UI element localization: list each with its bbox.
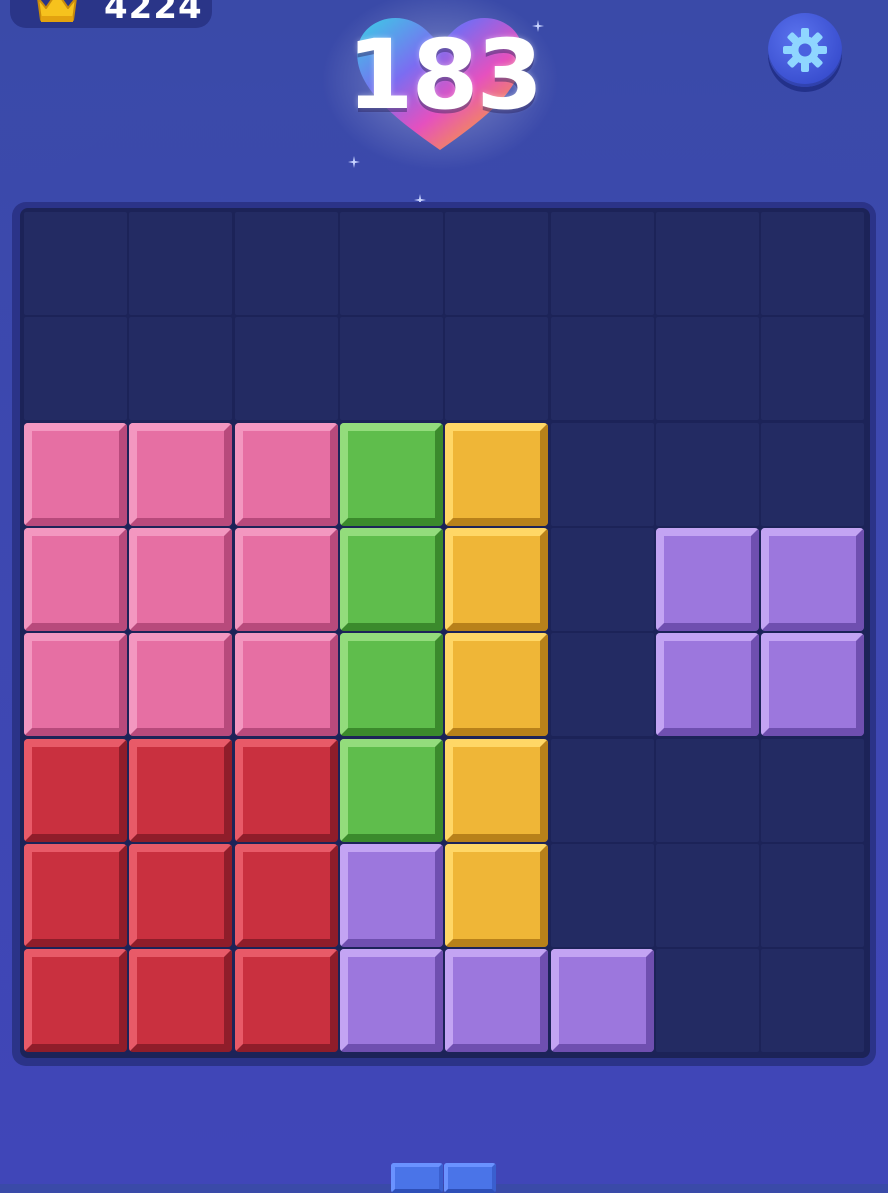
empty-cell xyxy=(761,317,865,421)
yellow-block xyxy=(445,843,549,947)
empty-cell xyxy=(761,949,865,1053)
empty-cell xyxy=(655,949,759,1053)
settings-button[interactable] xyxy=(768,13,842,87)
red-block xyxy=(24,738,127,842)
empty-cell xyxy=(655,843,759,947)
empty-cell xyxy=(129,212,233,315)
purple-block xyxy=(761,633,865,737)
empty-cell xyxy=(655,738,759,842)
empty-cell xyxy=(445,212,549,315)
yellow-block xyxy=(445,738,549,842)
pink-block xyxy=(234,422,338,526)
pink-block xyxy=(24,633,127,737)
sparkle-icon xyxy=(532,20,544,32)
yellow-block xyxy=(445,633,549,737)
gear-icon xyxy=(783,28,827,72)
game-board[interactable] xyxy=(20,208,870,1058)
purple-block xyxy=(339,843,443,947)
empty-cell xyxy=(24,317,127,421)
empty-cell xyxy=(234,317,338,421)
empty-cell xyxy=(761,212,865,315)
empty-cell xyxy=(339,212,443,315)
green-block xyxy=(339,738,443,842)
pink-block xyxy=(24,527,127,631)
crown-icon xyxy=(37,0,77,22)
empty-cell xyxy=(339,317,443,421)
pink-block xyxy=(129,422,233,526)
pink-block xyxy=(24,422,127,526)
empty-cell xyxy=(550,738,654,842)
tray-piece-block[interactable] xyxy=(444,1163,496,1193)
empty-cell xyxy=(655,422,759,526)
purple-block xyxy=(550,949,654,1053)
tray-piece-block[interactable] xyxy=(391,1163,443,1193)
empty-cell xyxy=(550,527,654,631)
empty-cell xyxy=(129,317,233,421)
empty-cell xyxy=(761,422,865,526)
red-block xyxy=(234,949,338,1053)
empty-cell xyxy=(550,422,654,526)
best-score: 4224 xyxy=(104,0,203,27)
empty-cell xyxy=(761,843,865,947)
red-block xyxy=(24,949,127,1053)
red-block xyxy=(234,738,338,842)
purple-block xyxy=(655,633,759,737)
pink-block xyxy=(129,633,233,737)
empty-cell xyxy=(234,212,338,315)
empty-cell xyxy=(550,633,654,737)
empty-cell xyxy=(761,738,865,842)
empty-cell xyxy=(550,212,654,315)
sparkle-icon xyxy=(348,156,360,168)
red-block xyxy=(129,843,233,947)
yellow-block xyxy=(445,527,549,631)
pink-block xyxy=(129,527,233,631)
purple-block xyxy=(339,949,443,1053)
empty-cell xyxy=(445,317,549,421)
yellow-block xyxy=(445,422,549,526)
green-block xyxy=(339,422,443,526)
current-score: 183 xyxy=(346,19,543,131)
empty-cell xyxy=(550,317,654,421)
purple-block xyxy=(761,527,865,631)
red-block xyxy=(24,843,127,947)
purple-block xyxy=(655,527,759,631)
green-block xyxy=(339,527,443,631)
empty-cell xyxy=(655,212,759,315)
pink-block xyxy=(234,633,338,737)
empty-cell xyxy=(24,212,127,315)
empty-cell xyxy=(655,317,759,421)
pink-block xyxy=(234,527,338,631)
green-block xyxy=(339,633,443,737)
red-block xyxy=(129,738,233,842)
purple-block xyxy=(445,949,549,1053)
empty-cell xyxy=(550,843,654,947)
red-block xyxy=(234,843,338,947)
red-block xyxy=(129,949,233,1053)
